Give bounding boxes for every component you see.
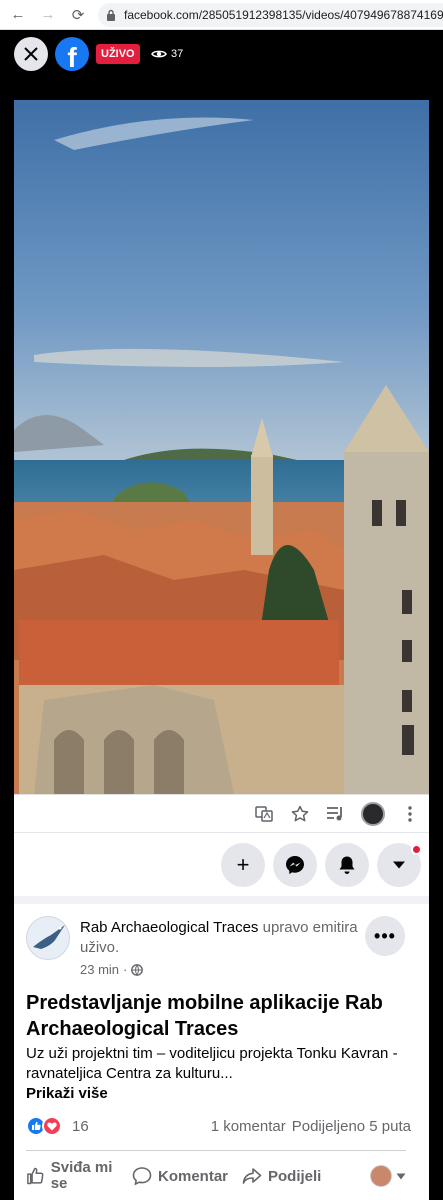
close-icon — [24, 47, 38, 61]
eye-icon — [151, 50, 167, 58]
close-button[interactable] — [14, 37, 48, 71]
tower-window — [402, 725, 414, 755]
back-icon[interactable]: ← — [6, 3, 30, 27]
author-name[interactable]: Rab Archaeological Traces — [80, 919, 258, 936]
menu-icon[interactable] — [399, 803, 421, 825]
media-controls-icon[interactable] — [325, 803, 347, 825]
browser-shelf — [14, 794, 429, 832]
video-scene — [14, 100, 429, 794]
tower-window — [402, 640, 412, 662]
account-menu-button[interactable] — [377, 842, 422, 887]
tower-window — [402, 590, 412, 614]
love-reaction-icon[interactable] — [42, 1116, 62, 1136]
post-title: Predstavljanje mobilne aplikacije Rab Ar… — [26, 992, 383, 1040]
more-dots-icon: ••• — [374, 925, 396, 946]
viewer-count: 37 — [151, 44, 183, 64]
star-icon[interactable] — [289, 803, 311, 825]
like-button[interactable]: Sviđa mi se — [26, 1160, 128, 1192]
post-header: Rab Archaeological Traces upravo emitira… — [80, 918, 358, 958]
profile-avatar[interactable] — [361, 801, 385, 826]
divider — [26, 1150, 406, 1151]
see-more-link[interactable]: Prikaži više — [26, 1085, 108, 1102]
like-label: Sviđa mi se — [50, 1159, 113, 1192]
share-button[interactable]: Podijeli — [242, 1166, 338, 1186]
reaction-count[interactable]: 16 — [72, 1118, 89, 1135]
post-meta: 23 min · — [80, 962, 144, 977]
caret-down-icon — [396, 1173, 406, 1179]
lock-icon — [107, 9, 115, 21]
comment-icon — [132, 1167, 152, 1186]
reaction-identity-selector[interactable] — [370, 1165, 406, 1187]
address-bar[interactable]: facebook.com/285051912398135/videos/4079… — [98, 2, 443, 27]
share-count[interactable]: Podijeljeno 5 puta — [292, 1118, 411, 1135]
url-text: facebook.com/285051912398135/videos/4079… — [124, 7, 443, 22]
bell-icon — [339, 856, 355, 874]
post-actions: Sviđa mi se Komentar Podijeli — [26, 1154, 406, 1198]
ruin-arches — [54, 730, 184, 794]
church-tower — [251, 455, 273, 555]
facebook-logo-icon[interactable]: f — [55, 37, 89, 71]
post-body: Uz uži projektni tim – voditeljicu proje… — [26, 1045, 398, 1082]
tower-window — [372, 500, 382, 526]
create-button[interactable]: + — [221, 842, 265, 887]
share-icon — [242, 1168, 262, 1184]
share-label: Podijeli — [268, 1167, 322, 1185]
live-video[interactable] — [14, 100, 429, 794]
meta-separator: · — [123, 962, 128, 977]
live-badge: UŽIVO — [96, 44, 140, 64]
reload-icon[interactable]: ⟳ — [66, 3, 90, 27]
post-time[interactable]: 23 min — [80, 962, 119, 977]
browser-toolbar: ← → ⟳ facebook.com/285051912398135/video… — [0, 0, 443, 30]
thumbs-up-icon — [27, 1167, 44, 1185]
forward-icon[interactable]: → — [36, 3, 60, 27]
notification-dot — [411, 843, 422, 855]
comment-label: Komentar — [158, 1167, 229, 1185]
notifications-button[interactable] — [325, 842, 369, 887]
video-header: f UŽIVO 37 — [0, 30, 443, 78]
user-avatar — [370, 1165, 392, 1187]
page-avatar[interactable] — [26, 916, 70, 960]
tower-window — [402, 690, 412, 712]
messenger-button[interactable] — [273, 842, 317, 887]
plus-icon: + — [236, 851, 250, 877]
post-card: Rab Archaeological Traces upravo emitira… — [14, 896, 429, 1200]
messenger-icon — [286, 855, 304, 874]
bell-tower — [344, 450, 429, 794]
large-roof — [19, 620, 339, 685]
comment-button[interactable]: Komentar — [132, 1166, 242, 1186]
facebook-logo-letter: f — [67, 42, 77, 71]
bird-logo-icon — [33, 925, 65, 949]
reactions-row: 16 1 komentar Podijeljeno 5 puta — [26, 1114, 411, 1138]
facebook-toolbar: + — [14, 832, 429, 896]
globe-icon — [131, 963, 144, 976]
viewer-count-text: 37 — [171, 48, 184, 60]
tower-window — [396, 500, 406, 526]
caret-down-icon — [393, 861, 405, 868]
post-options-button[interactable]: ••• — [365, 916, 405, 956]
translate-icon[interactable] — [253, 803, 275, 825]
comment-count[interactable]: 1 komentar — [211, 1118, 286, 1135]
